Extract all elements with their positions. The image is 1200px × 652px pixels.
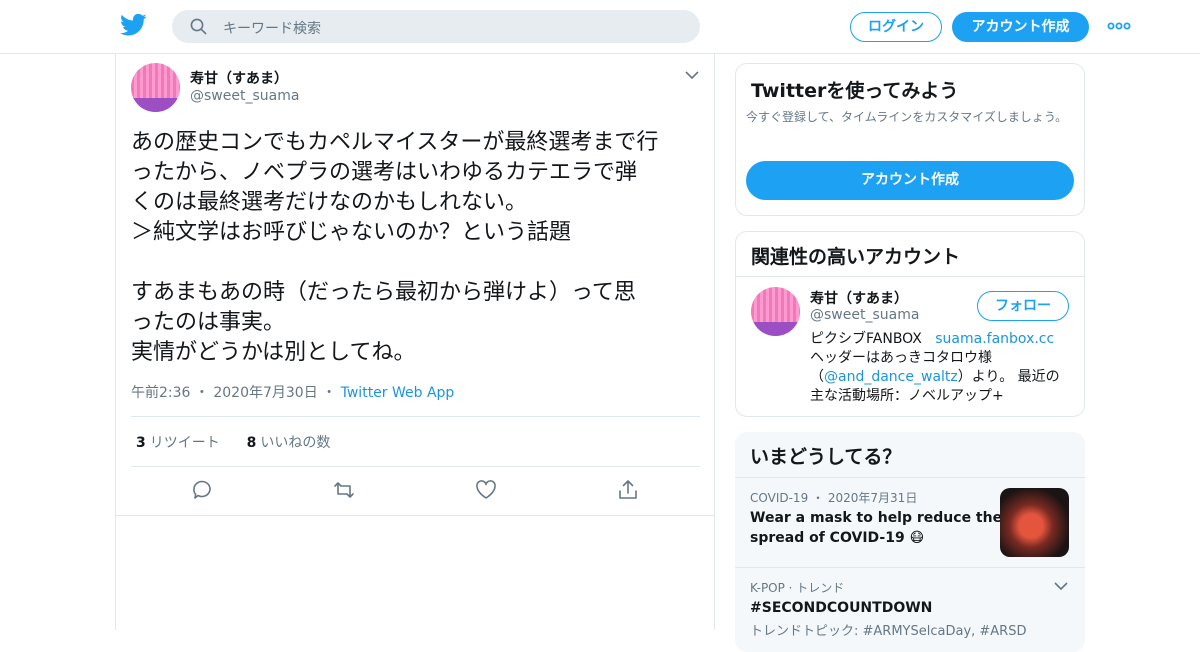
trends-panel: いまどうしてる？ COVID-19 ・ 2020年7月31日 Wear a ma… [735,432,1085,652]
related-account-handle[interactable]: @sweet_suama [810,307,919,323]
retweet-count: 3 [136,435,146,451]
like-count: 8 [246,435,257,451]
author-display-name[interactable]: 寿甘（すあま） [190,68,288,88]
trend-category: COVID-19 [750,491,809,505]
search-input[interactable]: キーワード検索 [172,10,700,43]
reply-icon[interactable] [191,479,213,501]
meta-separator: ・ [322,385,337,401]
like-stat[interactable]: 8 いいねの数 [247,435,331,451]
tweet-detail: 寿甘（すあま） @sweet_suama あの歴史コンでもカペルマイスターが最終… [115,54,715,630]
tweet-text: あの歴史コンでもカペルマイスターが最終選考まで行 ったから、ノベプラの選考はいわ… [131,130,659,365]
signup-card-description: 今すぐ登録して、タイムラインをカスタマイズしましょう。 [746,110,1068,124]
meta-separator: ・ [812,491,825,505]
trend-hashtag: #SECONDCOUNTDOWN [750,600,933,616]
related-accounts-card: 関連性の高いアカウント 寿甘（すあま） @sweet_suama フォロー ピク… [735,231,1085,417]
retweet-icon[interactable] [333,479,355,501]
retweet-label: リツイート [149,435,220,451]
bio-mention-link[interactable]: @and_dance_waltz [824,369,958,385]
signup-card-title: Twitterを使ってみよう [751,80,959,102]
author-handle[interactable]: @sweet_suama [190,88,299,104]
tweet-stats: 3 リツイート 8 いいねの数 [136,432,330,452]
tweet-meta: 午前2:36 ・ 2020年7月30日 ・ Twitter Web App [131,382,454,402]
trend-headline: spread of COVID-19 😷 [750,530,925,546]
bio-link[interactable]: suama.fanbox.cc [935,331,1054,347]
signup-card: Twitterを使ってみよう 今すぐ登録して、タイムラインをカスタマイズしましょ… [735,63,1085,216]
avatar[interactable] [751,287,800,336]
chevron-down-icon[interactable] [1054,582,1068,590]
divider [735,477,1085,478]
like-label: いいねの数 [260,435,331,451]
related-account-name[interactable]: 寿甘（すあま） [810,288,908,308]
divider [131,416,700,417]
bio-text: ピクシブFANBOX [810,331,922,347]
twitter-bird-icon[interactable] [120,13,147,37]
meta-separator: ・ [194,385,209,401]
trend-date: 2020年7月31日 [827,491,918,505]
tweet-date[interactable]: 2020年7月30日 [213,385,317,401]
tweet-time[interactable]: 午前2:36 [131,385,190,401]
trend-headline: Wear a mask to help reduce the [750,510,1003,526]
search-icon [190,18,207,35]
trends-title: いまどうしてる？ [750,446,902,468]
divider [131,466,700,467]
signup-button[interactable]: アカウント作成 [952,12,1089,42]
trend-category: K-POP · トレンド [750,581,845,595]
tweet-source-link[interactable]: Twitter Web App [341,385,455,401]
bio-text: ヘッダーはあっきコタロウ様 [810,350,992,366]
login-button[interactable]: ログイン [850,12,942,42]
divider [116,515,714,516]
share-icon[interactable] [617,479,639,501]
trend-thumbnail-image [1000,488,1069,557]
search-placeholder: キーワード検索 [223,21,321,37]
more-options-icon[interactable] [1106,20,1132,32]
avatar[interactable] [131,63,180,112]
trend-meta: COVID-19 ・ 2020年7月31日 [750,489,917,506]
related-account-bio: ピクシブFANBOX suama.fanbox.cc ヘッダーはあっきコタロウ様… [810,330,1078,406]
related-accounts-title: 関連性の高いアカウント [751,246,961,268]
bio-text: （ [810,369,824,385]
bio-text: 主な活動場所：ノベルアップ+ [810,388,1004,404]
bio-text: ）より。 最近の [957,369,1060,385]
retweet-stat[interactable]: 3 リツイート [136,435,220,451]
create-account-button[interactable]: アカウント作成 [746,161,1074,200]
chevron-down-icon[interactable] [685,71,699,79]
top-navigation-bar: キーワード検索 ログイン アカウント作成 [0,0,1200,54]
divider [735,567,1085,568]
divider [736,276,1084,277]
heart-icon[interactable] [475,479,497,501]
follow-button[interactable]: フォロー [977,291,1069,321]
